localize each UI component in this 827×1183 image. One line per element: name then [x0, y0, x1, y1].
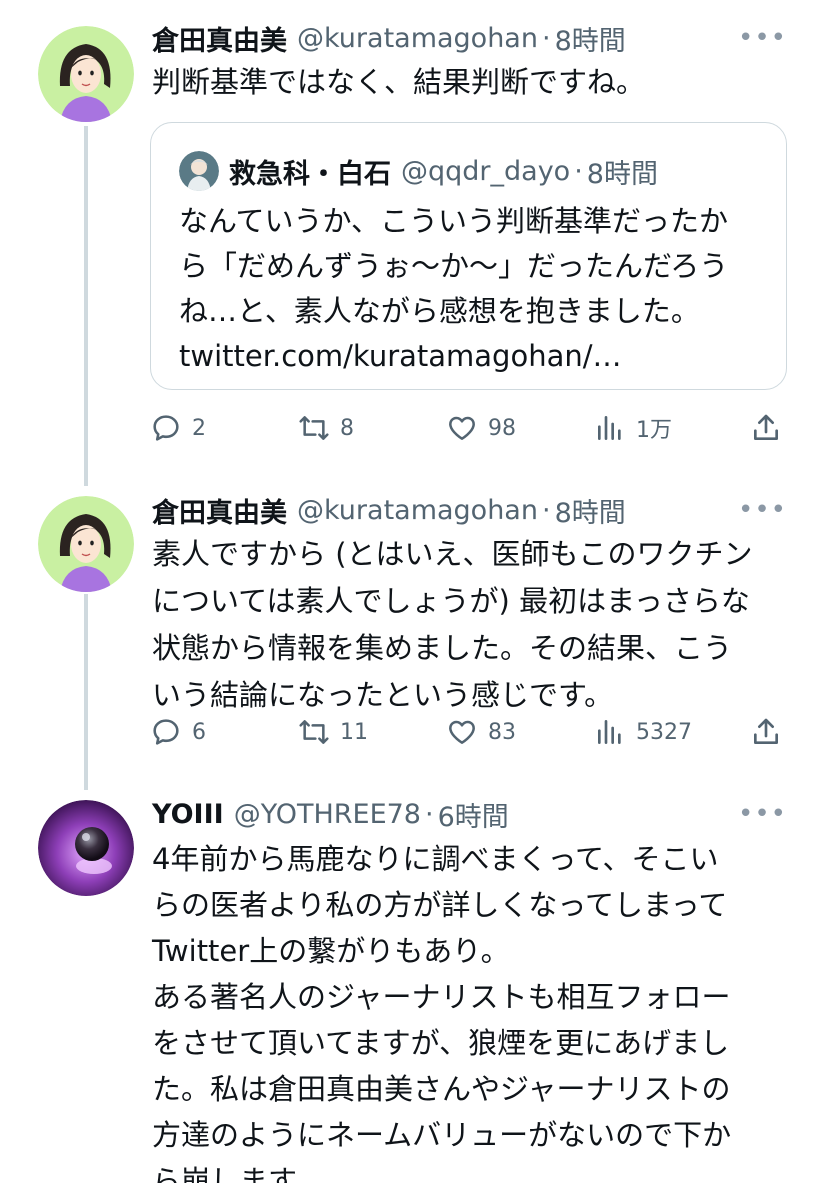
views-button[interactable]: 1万 [594, 408, 672, 448]
retweet-icon [299, 720, 329, 744]
quote-text: なんていうか、こういう判断基準だったか ら「だめんずうぉ〜か〜」だったんだろう … [179, 199, 728, 379]
tweet[interactable]: 倉田真由美 @kuratamagohan · 8時間 ••• 素人ですから (と… [0, 470, 827, 790]
reply-icon [153, 415, 179, 441]
user-handle[interactable]: @kuratamagohan [297, 495, 538, 526]
share-icon [754, 414, 778, 440]
views-icon [598, 416, 621, 440]
views-count: 1万 [636, 418, 672, 443]
tweet-text: 4年前から馬鹿なりに調べまくって、そこい らの医者より私の方が詳しくなってしまっ… [152, 836, 792, 1183]
tweet-header: YOIII @YOTHREE78 · 6時間 ••• [152, 794, 787, 834]
retweet-button[interactable]: 11 [298, 712, 368, 752]
tweet-actions: 2 8 98 1万 [150, 408, 790, 448]
tweet-text-line: 4年前から馬鹿なりに調べまくって、そこい [152, 842, 719, 876]
retweet-button[interactable]: 8 [298, 408, 354, 448]
tweet-text-line: 素人ですから (とはいえ、医師もこのワクチン [152, 537, 753, 571]
tweet-text-line: Twitter上の繋がりもあり。 [152, 934, 510, 968]
views-button[interactable]: 5327 [594, 712, 692, 752]
quote-user-handle[interactable]: @qqdr_dayo [401, 156, 570, 187]
tweet-text-line: 状態から情報を集めました。その結果、こう [152, 631, 733, 665]
heart-icon [449, 720, 475, 744]
separator-dot: · [574, 155, 583, 187]
tweet-text: 判断基準ではなく、結果判断ですね。 [152, 59, 792, 106]
tweet-text-line: をさせて頂いてますが、狼煙を更にあげまし [152, 1026, 730, 1060]
display-name[interactable]: YOIII [152, 799, 224, 830]
timestamp[interactable]: 8時間 [555, 491, 626, 530]
retweet-icon [299, 416, 329, 440]
tweet-header: 倉田真由美 @kuratamagohan · 8時間 ••• [152, 490, 787, 530]
separator-dot: · [541, 22, 551, 54]
share-button[interactable] [750, 408, 782, 448]
tweet-text-line: 判断基準ではなく、結果判断ですね。 [152, 65, 646, 99]
retweet-count: 11 [340, 719, 368, 745]
tweet-text: 素人ですから (とはいえ、医師もこのワクチン については素人でしょうが) 最初は… [152, 531, 792, 719]
avatar[interactable] [38, 26, 134, 122]
quote-link[interactable]: twitter.com/kuratamagohan/… [179, 334, 728, 379]
quote-text-line: ら「だめんずうぉ〜か〜」だったんだろう [179, 249, 729, 283]
tweet-text-line: については素人でしょうが) 最初はまっさらな [152, 584, 750, 618]
reply-button[interactable]: 2 [150, 408, 206, 448]
timestamp[interactable]: 8時間 [555, 19, 626, 58]
quoted-tweet[interactable]: 救急科・白石 @qqdr_dayo · 8時間 なんていうか、こういう判断基準だ… [150, 122, 787, 390]
like-count: 98 [488, 415, 516, 441]
quote-display-name[interactable]: 救急科・白石 [229, 152, 391, 191]
tweet-text-line: ある著名人のジャーナリストも相互フォロー [152, 980, 731, 1014]
share-button[interactable] [750, 712, 782, 752]
reply-count: 6 [192, 719, 206, 745]
more-options-icon[interactable]: ••• [738, 490, 787, 530]
user-handle[interactable]: @YOTHREE78 [234, 799, 421, 830]
quote-text-line: なんていうか、こういう判断基準だったか [179, 204, 728, 238]
display-name[interactable]: 倉田真由美 [152, 491, 287, 530]
share-icon [754, 718, 778, 744]
like-count: 83 [488, 719, 516, 745]
tweet[interactable]: YOIII @YOTHREE78 · 6時間 ••• 4年前から馬鹿なりに調べま… [0, 780, 827, 1183]
views-icon [598, 720, 621, 744]
quote-text-line: ね…と、素人ながら感想を抱きました。 [179, 294, 700, 328]
separator-dot: · [541, 494, 551, 526]
tweet-text-line: た。私は倉田真由美さんやジャーナリストの [152, 1072, 731, 1106]
tweet-text-line: らの医者より私の方が詳しくなってしまって [152, 888, 728, 922]
quote-header: 救急科・白石 @qqdr_dayo · 8時間 [229, 149, 658, 193]
tweet-text-line: 方達のようにネームバリューがないので下か [152, 1118, 732, 1152]
tweet-header: 倉田真由美 @kuratamagohan · 8時間 ••• [152, 18, 787, 58]
tweet-actions: 6 11 83 5327 [150, 712, 790, 752]
reply-count: 2 [192, 415, 206, 441]
quote-avatar [179, 151, 219, 191]
avatar[interactable] [38, 496, 134, 592]
tweet[interactable]: 倉田真由美 @kuratamagohan · 8時間 ••• 判断基準ではなく、… [0, 0, 827, 480]
user-handle[interactable]: @kuratamagohan [297, 23, 538, 54]
like-button[interactable]: 98 [446, 408, 516, 448]
reply-icon [153, 719, 179, 745]
reply-button[interactable]: 6 [150, 712, 206, 752]
timestamp[interactable]: 6時間 [438, 795, 509, 834]
quote-timestamp[interactable]: 8時間 [587, 152, 658, 191]
separator-dot: · [425, 798, 434, 830]
views-count: 5327 [636, 719, 692, 745]
heart-icon [449, 416, 475, 440]
tweet-text-line: ら崩します。 [152, 1164, 324, 1183]
display-name[interactable]: 倉田真由美 [152, 19, 287, 58]
more-options-icon[interactable]: ••• [738, 794, 787, 834]
retweet-count: 8 [340, 415, 354, 441]
avatar[interactable] [38, 800, 134, 896]
like-button[interactable]: 83 [446, 712, 516, 752]
more-options-icon[interactable]: ••• [738, 18, 787, 58]
